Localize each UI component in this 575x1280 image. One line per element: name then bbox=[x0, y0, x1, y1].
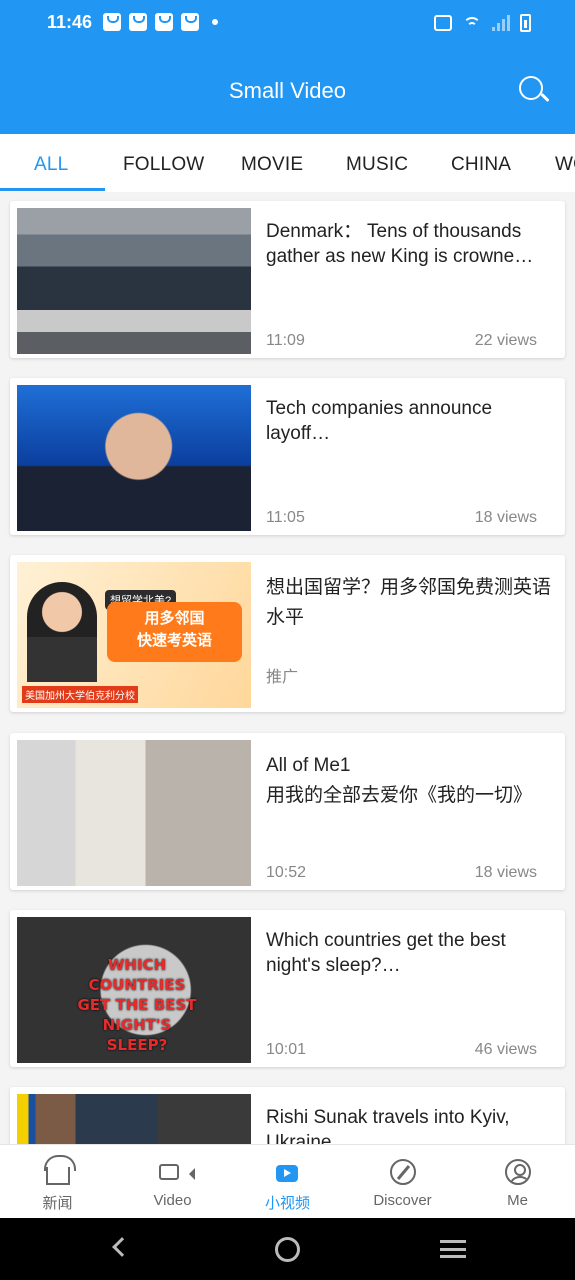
status-time: 11:46 bbox=[47, 12, 93, 32]
video-card[interactable]: WHICH COUNTRIES GET THE BEST NIGHT'S SLE… bbox=[10, 910, 565, 1067]
nav-label: Me bbox=[507, 1192, 528, 1209]
video-feed[interactable]: Denmark： Tens of thousands gather as new… bbox=[0, 192, 575, 1144]
video-card[interactable]: Denmark： Tens of thousands gather as new… bbox=[10, 201, 565, 358]
video-time: 11:09 bbox=[266, 332, 305, 349]
video-title: Tech companies announce layoff… bbox=[266, 398, 493, 444]
nav-me[interactable]: Me bbox=[460, 1145, 575, 1219]
sponsored-label: 推广 bbox=[266, 669, 299, 686]
video-thumbnail bbox=[17, 208, 251, 354]
tab-music[interactable]: MUSIC bbox=[346, 154, 408, 176]
video-views: 18 views bbox=[474, 509, 537, 526]
signal-icon bbox=[492, 15, 510, 31]
ad-person-image bbox=[27, 582, 97, 682]
battery-icon bbox=[520, 14, 531, 32]
ad-title: 想出国留学？用多邻国免费测英语水平 bbox=[266, 577, 552, 628]
nav-label: Video bbox=[153, 1192, 192, 1209]
nav-label: Discover bbox=[373, 1192, 432, 1209]
video-card[interactable]: Tech companies announce layoff… 11:05 18… bbox=[10, 378, 565, 535]
video-views: 46 views bbox=[474, 1041, 537, 1058]
nav-label: 新闻 bbox=[42, 1195, 73, 1212]
category-tabs: ALL FOLLOW MOVIE MUSIC CHINA WO bbox=[0, 134, 575, 192]
video-thumbnail bbox=[17, 1094, 251, 1144]
nav-small-video[interactable]: 小视频 bbox=[230, 1145, 345, 1219]
small-video-icon bbox=[276, 1165, 298, 1182]
ad-banner: 用多邻国 快速考英语 bbox=[107, 602, 242, 662]
video-thumbnail: WHICH COUNTRIES GET THE BEST NIGHT'S SLE… bbox=[17, 917, 251, 1063]
system-navigation-bar bbox=[0, 1218, 575, 1280]
nav-news[interactable]: 新闻 bbox=[0, 1145, 115, 1219]
video-title: All of Me1 用我的全部去爱你《我的一切》 bbox=[266, 755, 533, 806]
video-title: Rishi Sunak travels into Kyiv, Ukraine bbox=[266, 1107, 510, 1144]
status-bar: 11:46 bbox=[0, 0, 575, 48]
tab-world[interactable]: WO bbox=[555, 154, 575, 176]
video-camera-icon bbox=[159, 1164, 179, 1180]
notification-bag-icon bbox=[103, 13, 121, 31]
wifi-icon bbox=[462, 15, 482, 31]
ad-caption: 美国加州大学伯克利分校 bbox=[22, 686, 138, 703]
notification-bag-icon bbox=[181, 13, 199, 31]
user-icon bbox=[505, 1159, 531, 1185]
tab-all[interactable]: ALL bbox=[34, 154, 68, 176]
video-views: 22 views bbox=[474, 332, 537, 349]
back-icon[interactable] bbox=[112, 1237, 132, 1257]
status-icons bbox=[434, 14, 531, 32]
ad-card[interactable]: 想留学北美? 用多邻国 快速考英语 美国加州大学伯克利分校 想出国留学？用多邻国… bbox=[10, 555, 565, 712]
nav-discover[interactable]: Discover bbox=[345, 1145, 460, 1219]
search-icon bbox=[519, 76, 543, 100]
video-time: 10:52 bbox=[266, 864, 307, 881]
compass-icon bbox=[390, 1159, 416, 1185]
video-time: 10:01 bbox=[266, 1041, 307, 1058]
notification-bag-icon bbox=[155, 13, 173, 31]
video-thumbnail bbox=[17, 385, 251, 531]
active-tab-indicator bbox=[0, 188, 105, 191]
home-icon[interactable] bbox=[275, 1237, 300, 1262]
nav-video[interactable]: Video bbox=[115, 1145, 230, 1219]
ad-thumbnail: 想留学北美? 用多邻国 快速考英语 美国加州大学伯克利分校 bbox=[17, 562, 251, 708]
thumbnail-text: WHICH COUNTRIES GET THE BEST NIGHT'S SLE… bbox=[77, 956, 197, 1054]
nav-label: 小视频 bbox=[264, 1195, 310, 1212]
news-home-icon bbox=[44, 1155, 76, 1185]
app-header: 11:46 Small Video bbox=[0, 0, 575, 134]
vibrate-icon bbox=[434, 15, 452, 31]
more-notifications-dot bbox=[212, 19, 218, 25]
video-thumbnail bbox=[17, 740, 251, 886]
page-title: Small Video bbox=[229, 78, 346, 103]
video-title: Denmark： Tens of thousands gather as new… bbox=[266, 221, 534, 267]
video-views: 18 views bbox=[474, 864, 537, 881]
search-button[interactable] bbox=[517, 74, 550, 106]
video-time: 11:05 bbox=[266, 509, 305, 526]
notification-bag-icon bbox=[129, 13, 147, 31]
bottom-navigation: 新闻 Video 小视频 Discover Me bbox=[0, 1144, 575, 1218]
recents-icon[interactable] bbox=[440, 1240, 466, 1258]
video-title: Which countries get the best night's sle… bbox=[266, 930, 506, 976]
video-card[interactable]: All of Me1 用我的全部去爱你《我的一切》 10:52 18 views bbox=[10, 733, 565, 890]
tab-follow[interactable]: FOLLOW bbox=[123, 154, 204, 176]
video-card[interactable]: Rishi Sunak travels into Kyiv, Ukraine bbox=[10, 1087, 565, 1144]
tab-china[interactable]: CHINA bbox=[451, 154, 511, 176]
tab-movie[interactable]: MOVIE bbox=[241, 154, 303, 176]
